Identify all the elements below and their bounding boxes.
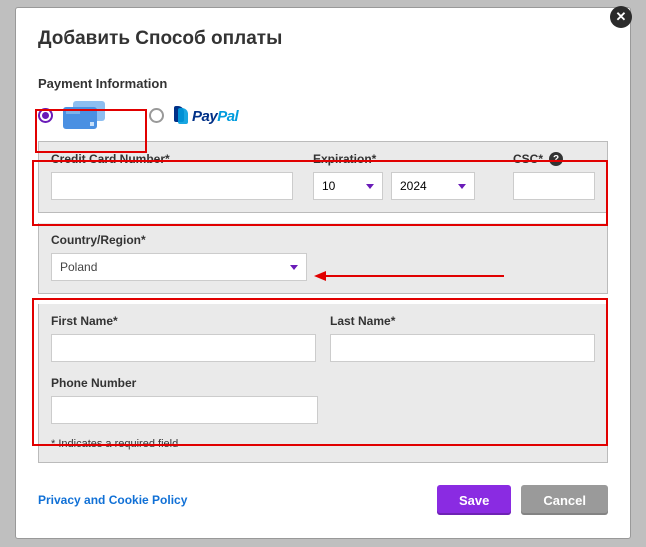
credit-card-icon (63, 101, 109, 129)
csc-input[interactable] (513, 172, 595, 200)
csc-label: CSC* (513, 152, 543, 166)
payment-methods-group: PayPal (38, 101, 608, 129)
privacy-policy-link[interactable]: Privacy and Cookie Policy (38, 493, 187, 507)
card-details-panel: Credit Card Number* Expiration* 10 2024 (38, 141, 608, 213)
payment-info-heading: Payment Information (38, 76, 608, 91)
exp-month-value: 10 (322, 179, 335, 193)
name-panel: First Name* Last Name* Phone Number * In… (38, 304, 608, 463)
expiration-label: Expiration* (313, 152, 493, 166)
paypal-logo: PayPal (174, 106, 238, 125)
country-label: Country/Region* (51, 233, 595, 247)
close-button[interactable]: ✕ (610, 6, 632, 28)
exp-month-select[interactable]: 10 (313, 172, 383, 200)
modal-footer: Privacy and Cookie Policy Save Cancel (38, 485, 608, 515)
country-select[interactable]: Poland (51, 253, 307, 281)
modal-title: Добавить Способ оплаты (38, 28, 608, 50)
first-name-input[interactable] (51, 334, 316, 362)
radio-card[interactable] (38, 108, 53, 123)
paypal-icon (174, 106, 192, 124)
country-value: Poland (60, 260, 97, 274)
phone-input[interactable] (51, 396, 318, 424)
cancel-button[interactable]: Cancel (521, 485, 608, 515)
phone-label: Phone Number (51, 376, 318, 390)
chevron-down-icon (290, 265, 298, 270)
payment-method-card[interactable] (38, 101, 109, 129)
save-button[interactable]: Save (437, 485, 511, 515)
help-icon[interactable]: ? (549, 152, 563, 166)
radio-paypal[interactable] (149, 108, 164, 123)
first-name-label: First Name* (51, 314, 316, 328)
chevron-down-icon (458, 184, 466, 189)
chevron-down-icon (366, 184, 374, 189)
cc-number-label: Credit Card Number* (51, 152, 293, 166)
last-name-input[interactable] (330, 334, 595, 362)
exp-year-value: 2024 (400, 179, 427, 193)
add-payment-modal: ✕ Добавить Способ оплаты Payment Informa… (15, 7, 631, 539)
payment-method-paypal[interactable]: PayPal (149, 106, 238, 125)
exp-year-select[interactable]: 2024 (391, 172, 475, 200)
last-name-label: Last Name* (330, 314, 595, 328)
cc-number-input[interactable] (51, 172, 293, 200)
required-note: * Indicates a required field (51, 438, 595, 450)
close-icon: ✕ (616, 9, 627, 25)
country-panel: Country/Region* Poland (38, 223, 608, 294)
